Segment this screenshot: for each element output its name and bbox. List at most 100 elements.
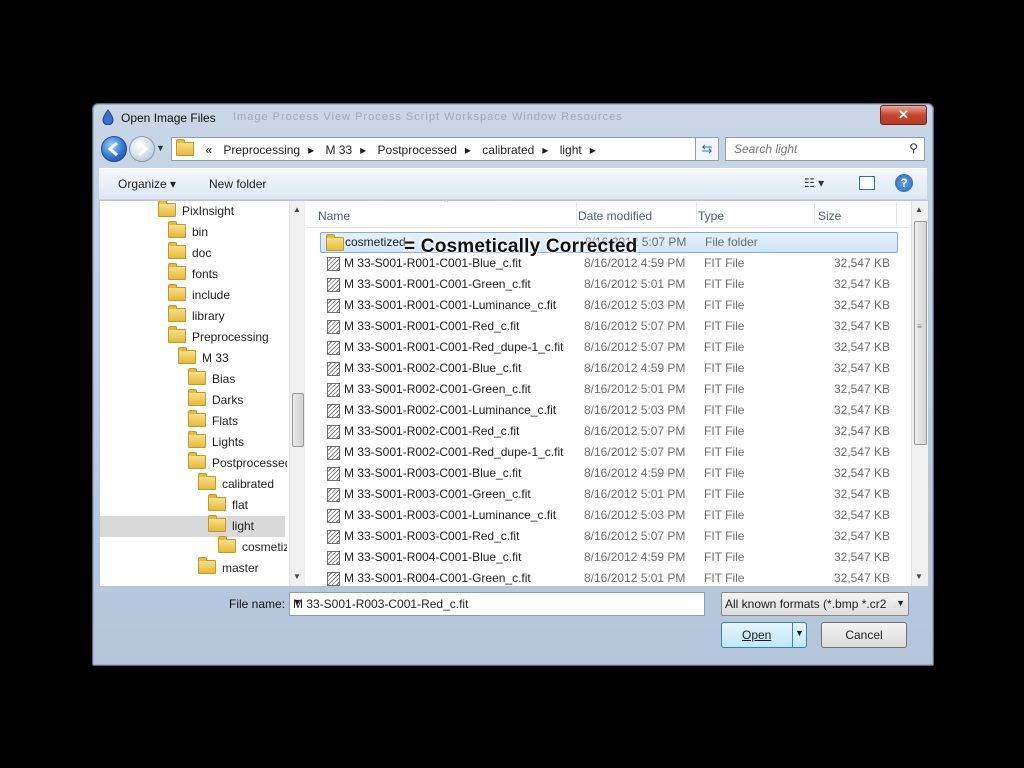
file-row[interactable]: M 33-S001-R001-C001-Red_c.fit 8/16/2012 5… bbox=[320, 316, 896, 337]
chevron-down-icon[interactable]: ▼ bbox=[893, 598, 905, 608]
file-name-combobox[interactable]: M 33-S001-R003-C001-Red_c.fit ▼ bbox=[289, 592, 705, 616]
organize-button[interactable]: Organize ▾ bbox=[118, 177, 176, 191]
forward-button[interactable] bbox=[129, 136, 155, 162]
tree-item-light[interactable]: light bbox=[208, 515, 254, 537]
tree-item-fonts[interactable]: fonts bbox=[168, 263, 218, 285]
breadcrumb-separator-icon[interactable]: ▸ bbox=[360, 143, 366, 157]
column-header-name[interactable]: Name bbox=[318, 209, 350, 223]
folder-icon bbox=[326, 234, 344, 251]
date-modified-cell: 8/16/2012 5:03 PM bbox=[584, 403, 686, 417]
breadcrumb-separator-icon[interactable]: ▸ bbox=[590, 143, 596, 157]
fit-file-icon bbox=[327, 446, 340, 460]
file-name-cell: M 33-S001-R004-C001-Green_c.fit bbox=[344, 571, 531, 585]
file-row[interactable]: M 33-S001-R002-C001-Red_dupe-1_c.fit 8/16… bbox=[320, 442, 896, 463]
tree-item-include[interactable]: include bbox=[168, 284, 230, 306]
size-cell: 32,547 KB bbox=[833, 550, 890, 564]
tree-item-m33[interactable]: M 33 bbox=[178, 347, 229, 369]
tree-item-doc[interactable]: doc bbox=[168, 242, 212, 264]
breadcrumb-item-postprocessed[interactable]: Postprocessed bbox=[378, 143, 457, 157]
file-row[interactable]: M 33-S001-R002-C001-Luminance_c.fit 8/16/… bbox=[320, 400, 896, 421]
scroll-up-icon[interactable]: ▲ bbox=[293, 205, 301, 214]
file-row[interactable]: M 33-S001-R004-C001-Green_c.fit 8/16/2012… bbox=[320, 568, 896, 586]
file-row[interactable]: M 33-S001-R003-C001-Green_c.fit 8/16/2012… bbox=[320, 484, 896, 505]
file-row[interactable]: M 33-S001-R002-C001-Green_c.fit 8/16/2012… bbox=[320, 379, 896, 400]
breadcrumb-separator-icon[interactable]: ▸ bbox=[465, 143, 471, 157]
breadcrumb-separator-icon[interactable]: ▸ bbox=[308, 143, 314, 157]
scrollbar-thumb[interactable] bbox=[292, 393, 304, 447]
change-view-icon[interactable]: ☷ ▾ bbox=[804, 176, 824, 190]
column-divider[interactable] bbox=[814, 203, 815, 225]
file-name-cell: M 33-S001-R003-C001-Green_c.fit bbox=[344, 487, 531, 501]
open-button[interactable]: Open ▼ bbox=[721, 622, 807, 648]
search-icon[interactable]: ⚲ bbox=[909, 141, 918, 155]
tree-item-bias[interactable]: Bias bbox=[188, 368, 235, 390]
column-header-type[interactable]: Type bbox=[698, 209, 724, 223]
tree-item-cosmetized[interactable]: cosmetiz bbox=[218, 536, 287, 558]
tree-item-pixinsight[interactable]: PixInsight bbox=[158, 201, 234, 222]
file-row[interactable]: M 33-S001-R002-C001-Blue_c.fit 8/16/2012 … bbox=[320, 358, 896, 379]
breadcrumb-item-m33[interactable]: M 33 bbox=[325, 143, 352, 157]
tree-item-label: flat bbox=[232, 498, 249, 512]
breadcrumb-item-light[interactable]: light bbox=[560, 143, 582, 157]
recent-locations-dropdown-icon[interactable]: ▼ bbox=[156, 143, 165, 153]
file-row[interactable]: M 33-S001-R002-C001-Red_c.fit 8/16/2012 5… bbox=[320, 421, 896, 442]
breadcrumb-separator-icon[interactable]: ▸ bbox=[542, 143, 548, 157]
file-row[interactable]: M 33-S001-R003-C001-Luminance_c.fit 8/16/… bbox=[320, 505, 896, 526]
column-divider[interactable] bbox=[696, 203, 697, 225]
fit-file-icon bbox=[327, 530, 340, 544]
tree-item-calibrated[interactable]: calibrated bbox=[198, 473, 274, 495]
breadcrumb-item-calibrated[interactable]: calibrated bbox=[482, 143, 534, 157]
type-cell: FIT File bbox=[704, 382, 745, 396]
size-cell: 32,547 KB bbox=[833, 508, 890, 522]
column-header-date-modified[interactable]: Date modified bbox=[578, 209, 652, 223]
file-name-dropdown-icon[interactable]: ▼ bbox=[293, 597, 700, 607]
back-button[interactable] bbox=[101, 136, 127, 162]
tree-item-library[interactable]: library bbox=[168, 305, 225, 327]
fit-file-icon bbox=[327, 299, 340, 313]
preview-pane-icon[interactable] bbox=[859, 176, 875, 190]
close-button[interactable]: ✕ bbox=[880, 105, 927, 125]
tree-item-label: master bbox=[222, 561, 259, 575]
tree-item-bin[interactable]: bin bbox=[168, 221, 208, 243]
breadcrumb-overflow[interactable]: « bbox=[205, 143, 212, 157]
column-divider[interactable] bbox=[576, 203, 577, 225]
file-row[interactable]: M 33-S001-R003-C001-Blue_c.fit 8/16/2012 … bbox=[320, 463, 896, 484]
file-row[interactable]: M 33-S001-R001-C001-Luminance_c.fit 8/16/… bbox=[320, 295, 896, 316]
address-bar[interactable]: « Preprocessing ▸ M 33 ▸ Postprocessed ▸ ca… bbox=[171, 137, 781, 161]
tree-item-master[interactable]: master bbox=[198, 557, 259, 579]
file-row[interactable]: M 33-S001-R001-C001-Green_c.fit 8/16/2012… bbox=[320, 274, 896, 295]
tree-item-label: doc bbox=[192, 246, 212, 260]
navigation-pane-scrollbar[interactable]: ▲ ▼ bbox=[289, 201, 305, 586]
command-bar: Organize ▾ New folder ☷ ▾ ? bbox=[99, 168, 927, 199]
tree-item-lights[interactable]: Lights bbox=[188, 431, 244, 453]
scroll-down-icon[interactable]: ▼ bbox=[915, 572, 923, 581]
breadcrumb-item-preprocessing[interactable]: Preprocessing bbox=[223, 143, 300, 157]
tree-item-postprocessed[interactable]: Postprocessed bbox=[188, 452, 287, 474]
tree-item-flats[interactable]: Flats bbox=[188, 410, 238, 432]
tree-item-flat[interactable]: flat bbox=[208, 494, 249, 516]
file-list-scrollbar[interactable]: ▲ ≡ ▼ bbox=[911, 201, 928, 586]
tree-item-darks[interactable]: Darks bbox=[188, 389, 243, 411]
title-bar: Open Image Files Image Process View Proc… bbox=[93, 104, 933, 132]
file-type-filter[interactable]: All known formats (*.bmp *.cr2 ▼ bbox=[721, 592, 909, 616]
tree-item-preprocessing[interactable]: Preprocessing bbox=[168, 326, 269, 348]
new-folder-button[interactable]: New folder bbox=[209, 177, 266, 191]
search-input[interactable] bbox=[732, 141, 896, 157]
cancel-button[interactable]: Cancel bbox=[821, 622, 907, 648]
folder-icon bbox=[168, 221, 186, 238]
help-icon[interactable]: ? bbox=[895, 174, 913, 192]
file-row[interactable]: M 33-S001-R004-C001-Blue_c.fit 8/16/2012 … bbox=[320, 547, 896, 568]
column-divider[interactable] bbox=[896, 203, 897, 225]
scroll-up-icon[interactable]: ▲ bbox=[915, 205, 923, 214]
scrollbar-thumb[interactable]: ≡ bbox=[914, 221, 927, 445]
file-name-cell: M 33-S001-R002-C001-Red_dupe-1_c.fit bbox=[344, 445, 564, 459]
refresh-button[interactable]: ⇆ bbox=[695, 137, 719, 161]
scroll-down-icon[interactable]: ▼ bbox=[293, 572, 301, 581]
file-row[interactable]: M 33-S001-R003-C001-Red_c.fit 8/16/2012 5… bbox=[320, 526, 896, 547]
column-header-size[interactable]: Size bbox=[818, 209, 841, 223]
file-row[interactable]: M 33-S001-R001-C001-Red_dupe-1_c.fit 8/16… bbox=[320, 337, 896, 358]
fit-file-icon bbox=[327, 341, 340, 355]
search-box[interactable]: ⚲ bbox=[725, 137, 925, 161]
file-name-cell: M 33-S001-R001-C001-Red_c.fit bbox=[344, 319, 520, 333]
open-options-dropdown-icon[interactable]: ▼ bbox=[795, 628, 804, 638]
